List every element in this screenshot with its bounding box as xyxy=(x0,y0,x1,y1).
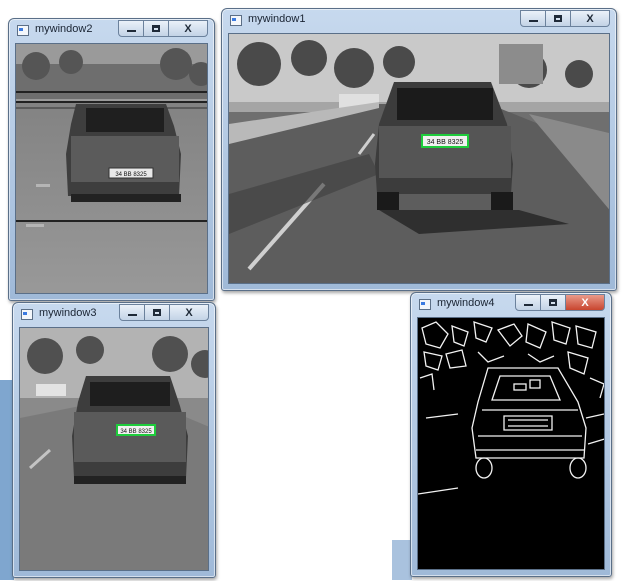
close-button[interactable]: X xyxy=(570,10,610,27)
close-icon: X xyxy=(581,296,589,309)
titlebar[interactable]: mywindow3 X xyxy=(13,303,215,327)
close-button[interactable]: X xyxy=(169,304,209,321)
desktop-background xyxy=(392,540,412,580)
license-plate-text: 34 BB 8325 xyxy=(427,139,464,146)
maximize-button[interactable] xyxy=(144,304,170,321)
window-title: mywindow3 xyxy=(39,307,97,319)
maximize-button[interactable] xyxy=(143,20,169,37)
maximize-icon xyxy=(152,25,160,32)
minimize-icon xyxy=(523,304,533,306)
license-plate-text: 34 BB 8325 xyxy=(115,172,147,178)
maximize-icon xyxy=(549,299,557,306)
camera-frame-image: 34 BB 8325 xyxy=(229,34,609,283)
window-mywindow4[interactable]: mywindow4 X xyxy=(410,292,612,577)
close-icon: X xyxy=(184,22,192,35)
image-view: 34 BB 8325 xyxy=(19,327,209,571)
maximize-button[interactable] xyxy=(540,294,566,311)
maximize-button[interactable] xyxy=(545,10,571,27)
image-view: 34 BB 8325 xyxy=(15,43,208,294)
window-mywindow1[interactable]: mywindow1 X 34 BB 8325 xyxy=(221,8,617,291)
image-view: 34 BB 8325 xyxy=(228,33,610,284)
minimize-button[interactable] xyxy=(515,294,541,311)
license-plate-text: 34 BB 8325 xyxy=(120,429,152,435)
maximize-icon xyxy=(554,15,562,22)
window-title: mywindow4 xyxy=(437,297,495,309)
minimize-icon xyxy=(126,30,136,32)
image-view xyxy=(417,317,605,570)
app-icon[interactable] xyxy=(17,25,29,36)
app-icon[interactable] xyxy=(419,299,431,310)
app-icon[interactable] xyxy=(21,309,33,320)
app-icon[interactable] xyxy=(230,15,242,26)
close-icon: X xyxy=(185,306,193,319)
edge-detection-image xyxy=(418,318,604,569)
minimize-button[interactable] xyxy=(118,20,144,37)
window-mywindow2[interactable]: mywindow2 X 34 BB 8325 xyxy=(8,18,215,301)
camera-frame-image: 34 BB 8325 xyxy=(20,328,208,570)
close-button[interactable]: X xyxy=(168,20,208,37)
camera-frame-image: 34 BB 8325 xyxy=(16,44,207,293)
titlebar[interactable]: mywindow2 X xyxy=(9,19,214,43)
titlebar[interactable]: mywindow4 X xyxy=(411,293,611,317)
close-button[interactable]: X xyxy=(565,294,605,311)
window-mywindow3[interactable]: mywindow3 X 34 BB 8325 xyxy=(12,302,216,578)
window-title: mywindow1 xyxy=(248,13,306,25)
close-icon: X xyxy=(586,12,594,25)
titlebar[interactable]: mywindow1 X xyxy=(222,9,616,33)
maximize-icon xyxy=(153,309,161,316)
window-title: mywindow2 xyxy=(35,23,93,35)
minimize-icon xyxy=(528,20,538,22)
minimize-icon xyxy=(127,314,137,316)
minimize-button[interactable] xyxy=(119,304,145,321)
minimize-button[interactable] xyxy=(520,10,546,27)
